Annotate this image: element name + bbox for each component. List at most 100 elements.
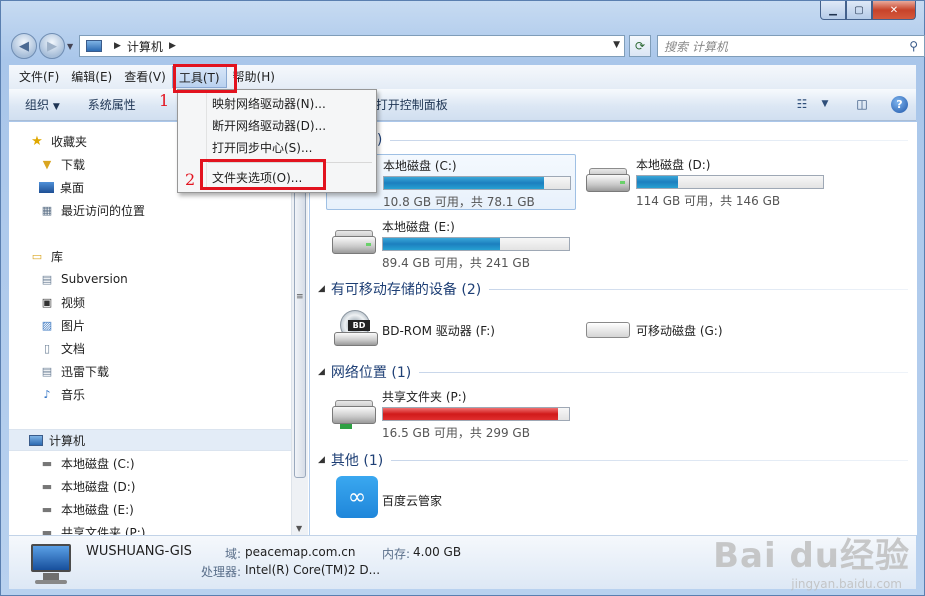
drive-usage-bar xyxy=(383,176,571,190)
computer-icon xyxy=(27,544,75,584)
drive-space-info: 16.5 GB 可用，共 299 GB xyxy=(382,426,530,440)
shared-folder-tile[interactable]: 共享文件夹 (P:) 16.5 GB 可用，共 299 GB xyxy=(326,386,576,442)
document-icon: ▯ xyxy=(43,341,51,355)
step-number-2: 2 xyxy=(185,170,196,189)
disconnect-network-drive-item[interactable]: 断开网络驱动器(D)... xyxy=(180,115,374,137)
drive-space-info: 89.4 GB 可用，共 241 GB xyxy=(382,256,530,270)
view-options-icon[interactable]: ☷ xyxy=(793,95,811,113)
map-network-drive-item[interactable]: 映射网络驱动器(N)... xyxy=(180,93,374,115)
drive-usage-bar xyxy=(382,407,570,421)
menu-bar: 文件(F) 编辑(E) 查看(V) 工具(T) 帮助(H) xyxy=(9,65,916,89)
help-icon[interactable]: ? xyxy=(891,95,908,113)
nav-computer-label: 计算机 xyxy=(49,433,86,448)
baidu-cloud-icon: ∞ xyxy=(336,476,378,518)
collapse-triangle-icon[interactable]: ◢ xyxy=(318,455,325,465)
system-properties-button[interactable]: 系统属性 xyxy=(78,96,146,113)
hard-drive-icon: ▬ xyxy=(41,502,53,516)
menu-file[interactable]: 文件(F) xyxy=(13,66,65,88)
chevron-down-icon[interactable]: ▼ xyxy=(821,95,829,113)
group-network-header[interactable]: ◢ 网络位置 (1) xyxy=(318,362,908,382)
baidu-watermark-url: jingyan.baidu.com xyxy=(791,577,902,591)
preview-pane-icon[interactable]: ◫ xyxy=(853,95,871,113)
close-button[interactable]: ✕ xyxy=(872,1,916,20)
nav-music-label: 音乐 xyxy=(61,387,86,402)
drive-tile-e[interactable]: 本地磁盘 (E:) 89.4 GB 可用，共 241 GB xyxy=(326,216,576,272)
scroll-down-icon[interactable]: ▼ xyxy=(296,524,302,533)
menu-view[interactable]: 查看(V) xyxy=(118,66,172,88)
group-other-header[interactable]: ◢ 其他 (1) xyxy=(318,450,908,470)
nav-subversion[interactable]: ▤ Subversion xyxy=(39,268,309,290)
open-sync-center-item[interactable]: 打开同步中心(S)... xyxy=(180,137,374,159)
breadcrumb-separator-icon[interactable]: ▶ xyxy=(114,41,121,51)
open-control-panel-button[interactable]: 打开控制面板 xyxy=(366,96,458,113)
recent-places-icon: ▦ xyxy=(41,203,53,217)
recent-pages-dropdown[interactable]: ▼ xyxy=(67,42,75,51)
maximize-button[interactable]: ▢ xyxy=(846,1,872,20)
baidu-cloud-tile[interactable]: ∞ 百度云管家 xyxy=(326,472,576,528)
command-bar: 组织 ▼ 系统属性 打开控制面板 ☷ ▼ ◫ ? xyxy=(9,89,916,121)
nav-drive-d[interactable]: ▬ 本地磁盘 (D:) xyxy=(39,475,309,497)
address-location[interactable]: 计算机 xyxy=(127,38,163,55)
group-divider xyxy=(489,288,908,290)
highlight-box-folder-options xyxy=(200,159,326,190)
nav-downloads-label: 下载 xyxy=(61,157,86,172)
nav-recent-places[interactable]: ▦ 最近访问的位置 xyxy=(39,199,309,221)
minimize-button[interactable]: ▁ xyxy=(820,1,846,20)
group-hard-drives-header[interactable]: 3) xyxy=(368,130,908,150)
nav-videos[interactable]: ▣ 视频 xyxy=(39,291,309,313)
nav-computer[interactable]: 计算机 xyxy=(9,429,291,451)
chevron-down-icon: ▼ xyxy=(52,102,60,112)
nav-shared-folder-label: 共享文件夹 (P:) xyxy=(61,525,146,536)
forward-button[interactable]: ▶ xyxy=(39,33,65,59)
folder-library-icon: ▤ xyxy=(41,364,53,378)
pane-splitter-grip-icon[interactable]: ≡ xyxy=(296,292,304,302)
nav-desktop-label: 桌面 xyxy=(60,180,85,195)
search-input[interactable]: 搜索 计算机 ⚲ xyxy=(657,35,925,57)
bd-rom-drive-icon: BD xyxy=(334,310,378,350)
nav-documents[interactable]: ▯ 文档 xyxy=(39,337,309,359)
navigation-bar: ◀ ▶ ▼ ▶ 计算机 ▶ ▼ ⟳ 搜索 计算机 ⚲ xyxy=(9,33,925,59)
library-icon: ▭ xyxy=(31,249,43,263)
group-removable-label: 有可移动存储的设备 (2) xyxy=(330,282,482,298)
address-dropdown-icon[interactable]: ▼ xyxy=(613,40,620,50)
drive-name: BD-ROM 驱动器 (F:) xyxy=(382,324,495,338)
removable-disk-icon xyxy=(586,322,630,338)
nav-shared-folder[interactable]: ▬ 共享文件夹 (P:) xyxy=(39,521,309,536)
nav-drive-e[interactable]: ▬ 本地磁盘 (E:) xyxy=(39,498,309,520)
nav-documents-label: 文档 xyxy=(61,341,86,356)
drive-usage-bar xyxy=(636,175,824,189)
drive-usage-fill xyxy=(637,176,678,188)
collapse-triangle-icon[interactable]: ◢ xyxy=(318,284,325,294)
nav-pictures[interactable]: ▨ 图片 xyxy=(39,314,309,336)
cpu-value: Intel(R) Core(TM)2 D... xyxy=(245,563,381,577)
nav-drive-c[interactable]: ▬ 本地磁盘 (C:) xyxy=(39,452,309,474)
hard-drive-icon: ▬ xyxy=(41,456,53,470)
organize-button[interactable]: 组织 ▼ xyxy=(9,96,70,113)
group-removable-header[interactable]: ◢ 有可移动存储的设备 (2) xyxy=(318,279,908,299)
menu-edit[interactable]: 编辑(E) xyxy=(65,66,118,88)
drive-space-info: 10.8 GB 可用，共 78.1 GB xyxy=(383,195,535,209)
breadcrumb-separator-icon[interactable]: ▶ xyxy=(169,41,176,51)
picture-library-icon: ▨ xyxy=(41,318,53,332)
drive-usage-fill xyxy=(383,408,558,420)
address-bar[interactable]: ▶ 计算机 ▶ ▼ xyxy=(79,35,625,57)
nav-thunder-downloads[interactable]: ▤ 迅雷下载 xyxy=(39,360,309,382)
nav-recent-places-label: 最近访问的位置 xyxy=(61,203,146,218)
refresh-button[interactable]: ⟳ xyxy=(629,35,651,57)
group-network-label: 网络位置 (1) xyxy=(330,365,412,381)
nav-subversion-label: Subversion xyxy=(61,272,128,286)
refresh-icon: ⟳ xyxy=(634,39,646,53)
nav-libraries-label: 库 xyxy=(51,249,64,264)
nav-libraries[interactable]: ▭ 库 xyxy=(29,245,309,267)
drive-name: 共享文件夹 (P:) xyxy=(382,390,467,404)
drive-usage-bar xyxy=(382,237,570,251)
removable-disk-tile[interactable]: 可移动磁盘 (G:) xyxy=(580,302,830,358)
back-button[interactable]: ◀ xyxy=(11,33,37,59)
star-icon: ★ xyxy=(31,133,43,149)
search-icon[interactable]: ⚲ xyxy=(909,39,918,53)
nav-music[interactable]: ♪ 音乐 xyxy=(39,383,309,405)
desktop-icon xyxy=(39,181,54,193)
drive-tile-d[interactable]: 本地磁盘 (D:) 114 GB 可用，共 146 GB xyxy=(580,154,830,210)
collapse-triangle-icon[interactable]: ◢ xyxy=(318,367,325,377)
bd-rom-tile[interactable]: BD BD-ROM 驱动器 (F:) xyxy=(326,302,576,358)
